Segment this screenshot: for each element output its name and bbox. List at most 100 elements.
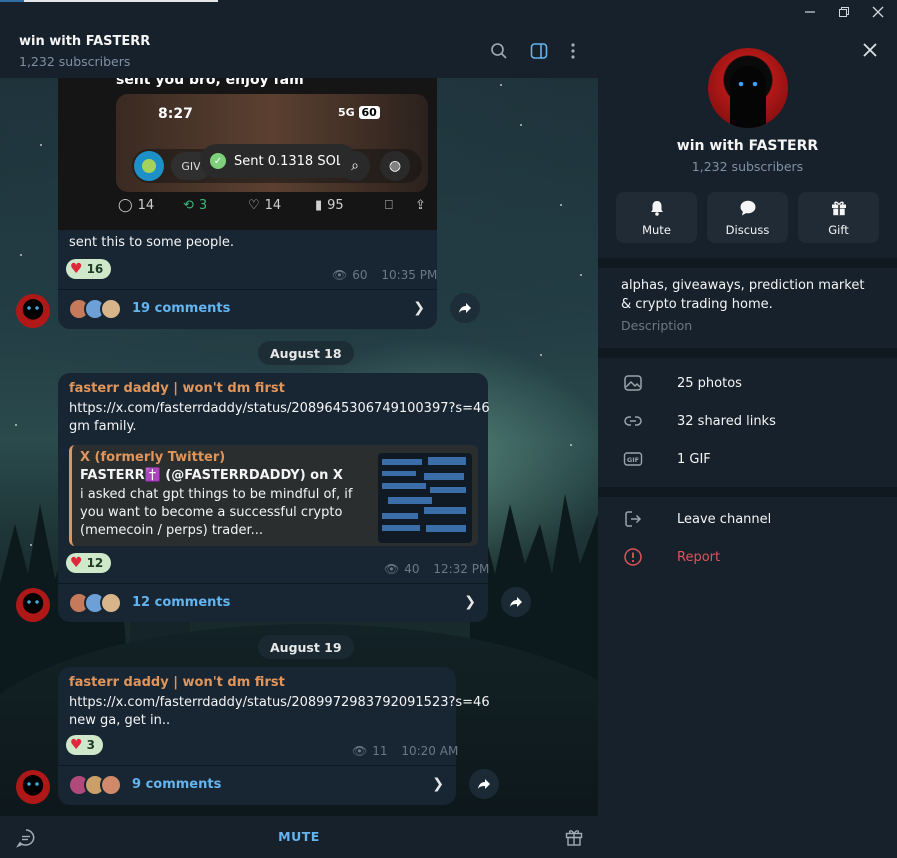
close-panel-button[interactable] (860, 40, 880, 60)
phone-signal: 5G (338, 106, 355, 119)
maximize-button[interactable] (827, 0, 861, 24)
loading-progress-bar (0, 0, 218, 2)
mute-action-button[interactable]: Mute (616, 192, 697, 243)
mute-button[interactable]: MUTE (0, 829, 598, 844)
gift-action-button[interactable]: Gift (798, 192, 879, 243)
gift-icon (565, 830, 583, 846)
report-button[interactable]: Report (598, 538, 897, 576)
share-button[interactable] (501, 587, 531, 617)
comments-button[interactable]: 19 comments ❯ (58, 289, 437, 327)
avatar[interactable] (16, 588, 50, 622)
gif-icon: GIF (623, 452, 643, 466)
phone-battery: 60 (358, 106, 380, 119)
avatar[interactable] (16, 294, 50, 328)
link-preview[interactable]: X (formerly Twitter) FASTERR✝️ (@FASTERR… (69, 445, 478, 546)
sent-toast: ✓ Sent 0.1318 SOL (200, 144, 358, 178)
retweet-icon: ⟲ (183, 198, 194, 213)
chat-area[interactable]: win with FASTERR 1,232 subscribers sent … (0, 24, 598, 858)
channel-title[interactable]: win with FASTERR (19, 34, 150, 49)
eye-icon: 👁 (384, 562, 400, 576)
post-link[interactable]: https://x.com/fasterrdaddy/status/208997… (69, 694, 490, 712)
image-overlay-text: sent you bro, enjoy fam (116, 78, 304, 88)
preview-description: i asked chat gpt things to be mindful of… (80, 487, 353, 538)
view-count: 40 (404, 562, 420, 576)
phone-status: 5G 60 (338, 106, 380, 119)
leave-channel-button[interactable]: Leave channel (598, 500, 897, 538)
channel-avatar[interactable] (708, 48, 788, 128)
more-vertical-icon (571, 43, 575, 59)
leave-channel-label: Leave channel (677, 511, 772, 527)
gift-action-label: Gift (828, 222, 849, 237)
share-button[interactable] (469, 769, 499, 799)
restore-icon (839, 7, 849, 17)
divider (598, 487, 897, 497)
comments-button[interactable]: 9 comments ❯ (58, 765, 456, 803)
search-button[interactable] (488, 40, 510, 62)
commenter-avatars (68, 773, 122, 796)
avatar[interactable] (16, 770, 50, 804)
sidebar-icon (530, 43, 548, 59)
phone-time: 8:27 (158, 106, 193, 122)
chat-bubble-icon (740, 200, 755, 215)
shared-links-row[interactable]: 32 shared links (598, 402, 897, 440)
description-label: Description (621, 318, 693, 333)
share-icon (478, 779, 490, 789)
phone-screenshot: 8:27 5G 60 GIV ✓ Sent 0.1318 SOL ⌕ ◍ (116, 94, 428, 192)
photos-row[interactable]: 25 photos (598, 364, 897, 402)
reaction-heart[interactable]: ♥ 12 (66, 553, 112, 573)
reaction-heart[interactable]: ♥ 3 (66, 735, 103, 755)
check-icon: ✓ (210, 153, 226, 169)
preview-title: FASTERR✝️ (@FASTERRDADDY) on X (80, 468, 343, 483)
gif-row[interactable]: GIF 1 GIF (598, 440, 897, 478)
close-window-button[interactable] (861, 0, 895, 24)
comments-label: 19 comments (132, 301, 231, 316)
post-text: new ga, get in.. (69, 713, 171, 728)
close-icon (872, 6, 884, 18)
chat-header[interactable]: win with FASTERR 1,232 subscribers (0, 24, 598, 78)
commenter-avatars (68, 591, 122, 614)
preview-site: X (formerly Twitter) (80, 450, 226, 465)
profile-name: win with FASTERR (676, 138, 819, 154)
bookmark-icon: ⎕ (385, 198, 393, 213)
reaction-heart[interactable]: ♥ 16 (66, 259, 112, 279)
post-link[interactable]: https://x.com/fasterrdaddy/status/208964… (69, 400, 490, 418)
eye-icon: 👁 (352, 744, 368, 758)
post-author[interactable]: fasterr daddy | won't dm first (69, 381, 285, 396)
view-count: 60 (352, 268, 368, 282)
channel-info-panel: win with FASTERR 1,232 subscribers Mute … (598, 24, 897, 858)
profile-subscribers: 1,232 subscribers (691, 159, 804, 174)
post-time: 12:32 PM (433, 562, 490, 576)
report-icon (624, 548, 642, 566)
comments-button[interactable]: 12 comments ❯ (58, 583, 488, 621)
heart-icon: ♥ (70, 261, 83, 277)
gift-icon (831, 201, 846, 215)
commenter-avatars (68, 297, 122, 320)
close-icon (863, 43, 877, 57)
minimize-button[interactable] (793, 0, 827, 24)
reaction-count: 12 (86, 556, 104, 570)
tweet-retweets: ⟲ 3 (183, 198, 208, 213)
mute-action-label: Mute (642, 222, 671, 237)
eye-icon: 👁 (332, 268, 348, 282)
svg-text:GIF: GIF (627, 456, 639, 464)
preview-thumbnail (378, 453, 472, 543)
window-titlebar (0, 0, 897, 24)
toggle-sidebar-button[interactable] (528, 40, 550, 62)
channel-subscribers: 1,232 subscribers (19, 54, 131, 69)
post-text: gm family. (69, 419, 137, 434)
post-image[interactable]: sent you bro, enjoy fam 8:27 5G 60 GIV ✓… (58, 78, 437, 230)
tweet-likes: ♡ 14 (248, 198, 282, 213)
share-button[interactable] (450, 293, 480, 323)
tweet-views: ▮ 95 (315, 198, 344, 213)
discuss-action-button[interactable]: Discuss (707, 192, 788, 243)
gift-button[interactable] (564, 827, 584, 847)
chevron-right-icon: ❯ (413, 300, 425, 316)
post-meta: 👁 40 12:32 PM (384, 562, 489, 576)
more-menu-button[interactable] (562, 40, 584, 62)
chevron-right-icon: ❯ (432, 776, 444, 792)
post-author[interactable]: fasterr daddy | won't dm first (69, 675, 285, 690)
globe-icon: ◍ (380, 151, 410, 181)
link-icon (624, 416, 642, 426)
heart-outline-icon: ♡ (248, 198, 260, 213)
report-label: Report (677, 549, 721, 565)
